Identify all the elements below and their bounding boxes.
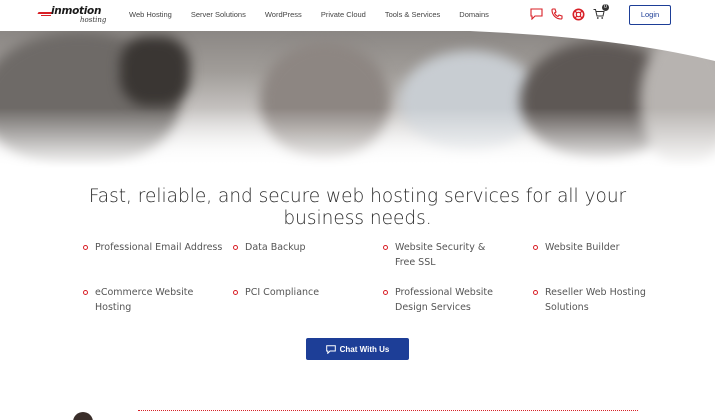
feature-label: Website Security & Free SSL bbox=[395, 242, 486, 268]
chat-with-us-button[interactable]: Chat With Us bbox=[306, 338, 409, 360]
bullet-icon bbox=[233, 245, 238, 250]
bullet-icon bbox=[533, 245, 538, 250]
main-nav: Web Hosting Server Solutions WordPress P… bbox=[129, 10, 508, 19]
hero-bottom-fade bbox=[0, 108, 715, 168]
feature-item: Reseller Web Hosting Solutions bbox=[533, 285, 660, 315]
feature-label: Reseller Web Hosting Solutions bbox=[545, 287, 646, 313]
nav-tools-services[interactable]: Tools & Services bbox=[385, 10, 440, 19]
nav-private-cloud[interactable]: Private Cloud bbox=[321, 10, 366, 19]
phone-icon[interactable] bbox=[550, 7, 564, 21]
bullet-icon bbox=[83, 290, 88, 295]
bullet-icon bbox=[383, 245, 388, 250]
feature-item: Website Builder bbox=[533, 240, 675, 255]
feature-label: Professional Website Design Services bbox=[395, 287, 493, 313]
hero-top-curve bbox=[0, 31, 715, 61]
chat-icon[interactable] bbox=[529, 7, 543, 21]
nav-web-hosting[interactable]: Web Hosting bbox=[129, 10, 172, 19]
feature-item: Website Security & Free SSL bbox=[383, 240, 495, 270]
feature-item: PCI Compliance bbox=[233, 285, 375, 300]
feature-label: Professional Email Address bbox=[95, 242, 223, 253]
feature-item: Data Backup bbox=[233, 240, 375, 255]
logo-sub-text: hosting bbox=[80, 16, 107, 24]
nav-wordpress[interactable]: WordPress bbox=[265, 10, 302, 19]
cart-icon[interactable]: 0 bbox=[592, 4, 609, 21]
divider bbox=[138, 410, 638, 411]
feature-label: Website Builder bbox=[545, 242, 620, 253]
bullet-icon bbox=[83, 245, 88, 250]
bullet-icon bbox=[533, 290, 538, 295]
nav-server-solutions[interactable]: Server Solutions bbox=[191, 10, 246, 19]
feature-label: Data Backup bbox=[245, 242, 306, 253]
page-headline: Fast, reliable, and secure web hosting s… bbox=[88, 186, 627, 229]
avatar bbox=[73, 412, 93, 420]
login-button[interactable]: Login bbox=[629, 5, 671, 25]
chat-bubble-icon bbox=[325, 344, 336, 354]
logo-swoosh-2 bbox=[41, 15, 51, 16]
hero-image bbox=[0, 31, 715, 168]
feature-label: eCommerce Website Hosting bbox=[95, 287, 194, 313]
feature-item: Professional Email Address bbox=[83, 240, 225, 255]
site-header: inmotion hosting Web Hosting Server Solu… bbox=[0, 0, 715, 31]
feature-label: PCI Compliance bbox=[245, 287, 320, 298]
support-lifebuoy-icon[interactable] bbox=[571, 7, 585, 21]
feature-item: Professional Website Design Services bbox=[383, 285, 505, 315]
feature-item: eCommerce Website Hosting bbox=[83, 285, 210, 315]
bullet-icon bbox=[383, 290, 388, 295]
chat-button-label: Chat With Us bbox=[339, 344, 390, 354]
cart-count-badge: 0 bbox=[602, 4, 609, 11]
bullet-icon bbox=[233, 290, 238, 295]
inmotion-hosting-logo[interactable]: inmotion hosting bbox=[37, 5, 112, 27]
nav-domains[interactable]: Domains bbox=[459, 10, 489, 19]
